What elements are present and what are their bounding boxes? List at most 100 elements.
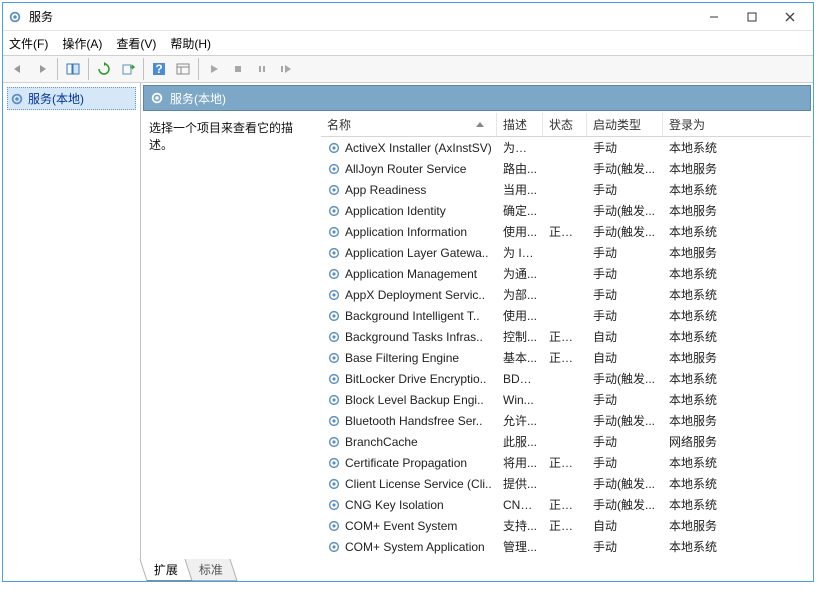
table-row[interactable]: BranchCache此服...手动网络服务: [321, 431, 811, 452]
table-row[interactable]: Client License Service (Cli..提供...手动(触发.…: [321, 473, 811, 494]
cell-startup: 手动(触发...: [587, 475, 663, 492]
cell-status: 正在...: [543, 349, 587, 366]
gear-icon: [327, 414, 341, 428]
gear-icon: [327, 498, 341, 512]
titlebar[interactable]: 服务: [3, 3, 813, 31]
cell-name: Application Information: [321, 225, 497, 239]
cell-startup: 手动(触发...: [587, 202, 663, 219]
menu-action[interactable]: 操作(A): [62, 35, 102, 52]
table-row[interactable]: Background Intelligent T..使用...手动本地系统: [321, 305, 811, 326]
table-row[interactable]: Bluetooth Handsfree Ser..允许...手动(触发...本地…: [321, 410, 811, 431]
cell-desc: 当用...: [497, 181, 543, 198]
cell-name: Certificate Propagation: [321, 456, 497, 470]
pause-service-button[interactable]: [251, 58, 273, 80]
table-row[interactable]: Certificate Propagation将用...正在...手动本地系统: [321, 452, 811, 473]
forward-button[interactable]: [31, 58, 53, 80]
cell-startup: 手动: [587, 265, 663, 282]
tree-item-label: 服务(本地): [28, 90, 84, 107]
gear-icon: [327, 540, 341, 554]
table-row[interactable]: BitLocker Drive Encryptio..BDE...手动(触发..…: [321, 368, 811, 389]
cell-logon: 本地服务: [663, 244, 729, 261]
start-service-button[interactable]: [203, 58, 225, 80]
gear-icon: [327, 246, 341, 260]
cell-logon: 本地服务: [663, 412, 729, 429]
cell-startup: 手动: [587, 307, 663, 324]
cell-name: Application Identity: [321, 204, 497, 218]
table-row[interactable]: Block Level Backup Engi..Win...手动本地系统: [321, 389, 811, 410]
cell-name: Base Filtering Engine: [321, 351, 497, 365]
window-controls: [695, 4, 809, 30]
table-row[interactable]: COM+ Event System支持...正在...自动本地服务: [321, 515, 811, 536]
cell-logon: 本地系统: [663, 370, 729, 387]
table-row[interactable]: Application Information使用...正在...手动(触发..…: [321, 221, 811, 242]
cell-name: Client License Service (Cli..: [321, 477, 497, 491]
cell-logon: 本地系统: [663, 328, 729, 345]
maximize-button[interactable]: [733, 4, 771, 30]
table-row[interactable]: Background Tasks Infras..控制...正在...自动本地系…: [321, 326, 811, 347]
cell-name: AllJoyn Router Service: [321, 162, 497, 176]
table-row[interactable]: Base Filtering Engine基本...正在...自动本地服务: [321, 347, 811, 368]
col-header-logon[interactable]: 登录为: [663, 113, 729, 136]
minimize-button[interactable]: [695, 4, 733, 30]
panel-header: 服务(本地): [143, 85, 811, 111]
cell-desc: 支持...: [497, 517, 543, 534]
window-title: 服务: [29, 8, 695, 25]
cell-logon: 本地服务: [663, 517, 729, 534]
menu-view[interactable]: 查看(V): [116, 35, 156, 52]
separator: [88, 58, 89, 80]
cell-desc: 管理...: [497, 538, 543, 555]
cell-startup: 自动: [587, 328, 663, 345]
cell-name: Block Level Backup Engi..: [321, 393, 497, 407]
restart-service-button[interactable]: [275, 58, 297, 80]
show-hide-tree-button[interactable]: [62, 58, 84, 80]
table-row[interactable]: Application Identity确定... 手动(触发...本地服务: [321, 200, 811, 221]
col-header-status[interactable]: 状态: [543, 113, 587, 136]
back-button[interactable]: [7, 58, 29, 80]
cell-desc: Win...: [497, 393, 543, 407]
svg-text:?: ?: [155, 62, 162, 76]
cell-status: 正在...: [543, 223, 587, 240]
table-row[interactable]: App Readiness当用...手动本地系统: [321, 179, 811, 200]
cell-name: BranchCache: [321, 435, 497, 449]
table-row[interactable]: Application Management为通...手动本地系统: [321, 263, 811, 284]
view-tabs: 扩展 标准: [3, 559, 813, 581]
table-row[interactable]: AllJoyn Router Service路由...手动(触发...本地服务: [321, 158, 811, 179]
cell-desc: 为 In...: [497, 244, 543, 261]
cell-startup: 手动(触发...: [587, 223, 663, 240]
col-header-name[interactable]: 名称: [321, 113, 497, 136]
main-panel: 服务(本地) 选择一个项目来查看它的描述。 名称 描述 状态 启动类型: [141, 83, 813, 559]
table-row[interactable]: AppX Deployment Servic..为部...手动本地系统: [321, 284, 811, 305]
cell-startup: 自动: [587, 349, 663, 366]
table-row[interactable]: COM+ System Application管理...手动本地系统: [321, 536, 811, 557]
cell-logon: 本地系统: [663, 391, 729, 408]
cell-desc: 此服...: [497, 433, 543, 450]
menu-help[interactable]: 帮助(H): [170, 35, 211, 52]
cell-startup: 手动(触发...: [587, 412, 663, 429]
col-header-startup[interactable]: 启动类型: [587, 113, 663, 136]
tree-item-services-local[interactable]: 服务(本地): [7, 87, 136, 110]
table-row[interactable]: ActiveX Installer (AxInstSV)为从 ...手动本地系统: [321, 137, 811, 158]
gear-icon: [327, 393, 341, 407]
stop-service-button[interactable]: [227, 58, 249, 80]
export-button[interactable]: [117, 58, 139, 80]
help-button[interactable]: ?: [148, 58, 170, 80]
menu-file[interactable]: 文件(F): [9, 35, 48, 52]
close-button[interactable]: [771, 4, 809, 30]
table-row[interactable]: Application Layer Gatewa..为 In...手动本地服务: [321, 242, 811, 263]
tab-standard[interactable]: 标准: [184, 559, 237, 581]
cell-logon: 本地服务: [663, 202, 729, 219]
cell-desc: 控制...: [497, 328, 543, 345]
cell-logon: 本地系统: [663, 475, 729, 492]
properties-button[interactable]: [172, 58, 194, 80]
table-row[interactable]: CNG Key IsolationCNG...正在...手动(触发...本地系统: [321, 494, 811, 515]
main-body: 选择一个项目来查看它的描述。 名称 描述 状态 启动类型 登录为 ActiveX…: [141, 113, 813, 559]
services-window: 服务 文件(F) 操作(A) 查看(V) 帮助(H) ?: [2, 2, 814, 582]
service-rows[interactable]: ActiveX Installer (AxInstSV)为从 ...手动本地系统…: [321, 137, 811, 559]
cell-desc: 确定...: [497, 202, 543, 219]
cell-desc: 将用...: [497, 454, 543, 471]
cell-desc: 使用...: [497, 307, 543, 324]
cell-logon: 本地系统: [663, 496, 729, 513]
refresh-button[interactable]: [93, 58, 115, 80]
tab-extended[interactable]: 扩展: [139, 559, 192, 581]
col-header-desc[interactable]: 描述: [497, 113, 543, 136]
